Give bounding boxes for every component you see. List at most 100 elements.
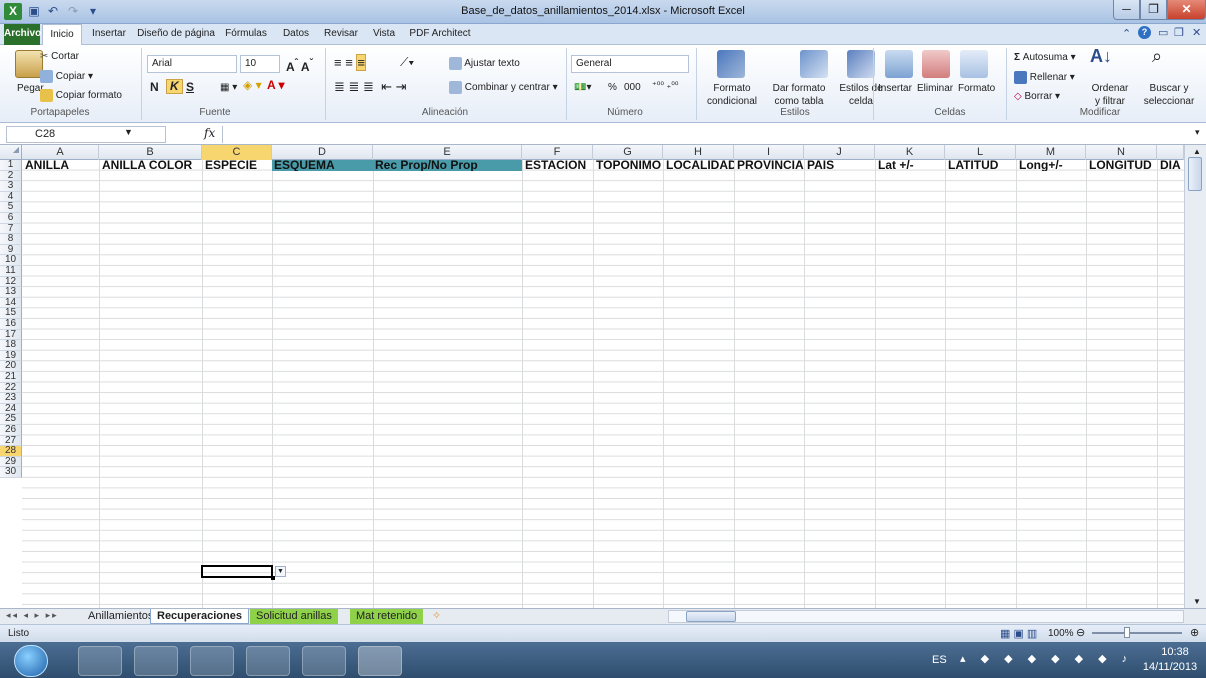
column-header-c[interactable]: C <box>202 145 272 160</box>
sheet-tab-solicitud-anillas[interactable]: Solicitud anillas <box>250 609 338 624</box>
align-left-icon[interactable]: ≣ ≣ ≣ ⇤ ⇥ <box>334 80 407 93</box>
orientation-icon[interactable]: ⟋▾ <box>400 56 414 69</box>
start-button-icon[interactable] <box>14 645 48 677</box>
row-header-26[interactable]: 26 <box>0 424 22 436</box>
sort-filter-icon[interactable]: A↓ <box>1090 47 1112 65</box>
number-format-combo[interactable]: General <box>571 55 689 73</box>
cell-o1[interactable]: DIA <box>1158 160 1184 171</box>
cell-n1[interactable]: LONGITUD <box>1087 160 1157 171</box>
vertical-scroll-thumb[interactable] <box>1188 157 1202 191</box>
cell-h1[interactable]: LOCALIDAD <box>664 160 734 171</box>
column-header-b[interactable]: B <box>99 145 202 160</box>
cell-m1[interactable]: Long+/- <box>1017 160 1086 171</box>
language-indicator[interactable]: ES <box>932 654 947 666</box>
currency-icon[interactable]: 💵▾ <box>574 81 591 94</box>
cell-styles-icon[interactable] <box>847 50 875 78</box>
tab-pdf-architect[interactable]: PDF Architect <box>404 24 476 45</box>
name-box-dropdown-icon[interactable]: ▼ <box>124 127 133 137</box>
column-header-k[interactable]: K <box>875 145 945 160</box>
column-header-j[interactable]: J <box>804 145 875 160</box>
internet-explorer-taskbar-icon[interactable] <box>134 646 178 676</box>
cell-l1[interactable]: LATITUD <box>946 160 1016 171</box>
doc-close-icon[interactable]: ✕ <box>1192 26 1201 39</box>
percent-button[interactable]: % <box>608 81 617 94</box>
thousands-button[interactable]: 000 <box>624 81 641 94</box>
minimize-button[interactable]: ─ <box>1113 0 1140 20</box>
column-header-e[interactable]: E <box>373 145 522 160</box>
italic-button[interactable]: K <box>166 79 183 94</box>
tab-diseno-pagina[interactable]: Diseño de página <box>136 24 216 45</box>
insert-cells-button[interactable]: Insertar <box>878 82 912 95</box>
row-header-21[interactable]: 21 <box>0 371 22 383</box>
sheet-tab-recuperaciones[interactable]: Recuperaciones <box>150 609 249 624</box>
format-table-button[interactable]: Dar formato como tabla <box>763 82 835 108</box>
find-select-button[interactable]: Buscar y seleccionar <box>1140 82 1198 108</box>
cell-g1[interactable]: TOPONIMO <box>594 160 663 171</box>
save-icon[interactable]: ▣ <box>25 3 43 20</box>
underline-button[interactable]: S <box>186 81 194 94</box>
conditional-format-icon[interactable] <box>717 50 745 78</box>
column-header-f[interactable]: F <box>522 145 593 160</box>
horizontal-scroll-thumb[interactable] <box>686 611 736 622</box>
tray-icons[interactable]: ▴ ◆ ◆ ◆ ◆ ◆ ◆ ♪ <box>960 652 1133 665</box>
grow-font-icon[interactable]: Aˆ Aˇ <box>286 57 313 74</box>
help-icon[interactable]: ? <box>1138 26 1151 39</box>
font-color-icon[interactable]: A ▾ <box>267 79 285 92</box>
formula-input[interactable] <box>222 126 1192 143</box>
fill-button[interactable]: Rellenar ▾ <box>1014 71 1075 84</box>
row-header-6[interactable]: 6 <box>0 212 22 224</box>
cell-d1[interactable]: ESQUEMA <box>272 160 373 171</box>
sheet-tab-anillamientos[interactable]: Anillamientos <box>82 609 159 624</box>
scroll-down-icon[interactable]: ▼ <box>1193 597 1201 606</box>
border-icon[interactable]: ▦ ▾ <box>220 81 237 94</box>
snipping-tool-taskbar-icon[interactable] <box>302 646 346 676</box>
insert-sheet-icon[interactable]: ✧ <box>432 609 441 622</box>
doc-minimize-icon[interactable]: ▭ <box>1158 26 1168 39</box>
column-header-l[interactable]: L <box>945 145 1016 160</box>
binoculars-icon[interactable]: ⌕ <box>1152 47 1162 65</box>
autocomplete-dropdown-icon[interactable]: ▼ <box>275 566 286 577</box>
column-header-n[interactable]: N <box>1086 145 1157 160</box>
fill-color-icon[interactable]: ◈ ▾ <box>243 79 262 92</box>
close-button[interactable]: ✕ <box>1167 0 1206 20</box>
doc-restore-icon[interactable]: ❐ <box>1174 26 1184 39</box>
maximize-button[interactable]: ❐ <box>1140 0 1167 20</box>
font-size-combo[interactable]: 10 <box>240 55 280 73</box>
autosum-button[interactable]: Σ Autosuma ▾ <box>1014 51 1076 64</box>
column-header-g[interactable]: G <box>593 145 663 160</box>
insert-cells-icon[interactable] <box>885 50 913 78</box>
ribbon-minimize-icon[interactable]: ⌃ <box>1122 27 1131 40</box>
clock-date[interactable]: 14/11/2013 <box>1138 661 1202 673</box>
select-all-corner[interactable]: ◢ <box>0 145 22 160</box>
cell-e1[interactable]: Rec Prop/No Prop <box>373 160 522 171</box>
decimal-icon[interactable]: ⁺⁰⁰ ₊⁰⁰ <box>652 79 678 92</box>
explorer-taskbar-icon[interactable] <box>78 646 122 676</box>
cell-k1[interactable]: Lat +/- <box>876 160 945 171</box>
function-icon[interactable]: fx <box>204 126 215 140</box>
column-header-o[interactable] <box>1157 145 1184 160</box>
view-normal-icon[interactable]: ▦ ▣ ▥ <box>1000 627 1037 640</box>
firefox-taskbar-icon[interactable] <box>190 646 234 676</box>
cell-b1[interactable]: ANILLA COLOR <box>100 160 202 171</box>
word-taskbar-icon[interactable] <box>246 646 290 676</box>
wrap-text-button[interactable]: Ajustar texto <box>449 57 520 70</box>
sort-filter-button[interactable]: Ordenar y filtrar <box>1082 82 1138 108</box>
clear-button[interactable]: ◇ Borrar ▾ <box>1014 90 1060 103</box>
active-cell-c28[interactable] <box>201 565 273 578</box>
column-header-h[interactable]: H <box>663 145 734 160</box>
tab-revisar[interactable]: Revisar <box>318 24 364 45</box>
delete-cells-icon[interactable] <box>922 50 950 78</box>
name-box[interactable]: C28 <box>6 126 166 143</box>
customize-qat-icon[interactable]: ▾ <box>84 3 102 20</box>
merge-center-button[interactable]: Combinar y centrar ▾ <box>449 81 558 94</box>
expand-formula-icon[interactable]: ▾ <box>1195 127 1200 138</box>
zoom-in-icon[interactable]: ⊕ <box>1190 626 1199 639</box>
tab-archivo[interactable]: Archivo <box>4 24 41 45</box>
row-header-1[interactable]: 1 <box>0 159 22 171</box>
tab-datos[interactable]: Datos <box>276 24 316 45</box>
vertical-scrollbar[interactable] <box>1184 145 1206 608</box>
align-top-icon[interactable]: ≡ ≡ ≡ <box>334 54 366 71</box>
clock-time[interactable]: 10:38 <box>1152 646 1198 658</box>
cell-i1[interactable]: PROVINCIA <box>735 160 804 171</box>
format-cells-button[interactable]: Formato <box>958 82 995 95</box>
